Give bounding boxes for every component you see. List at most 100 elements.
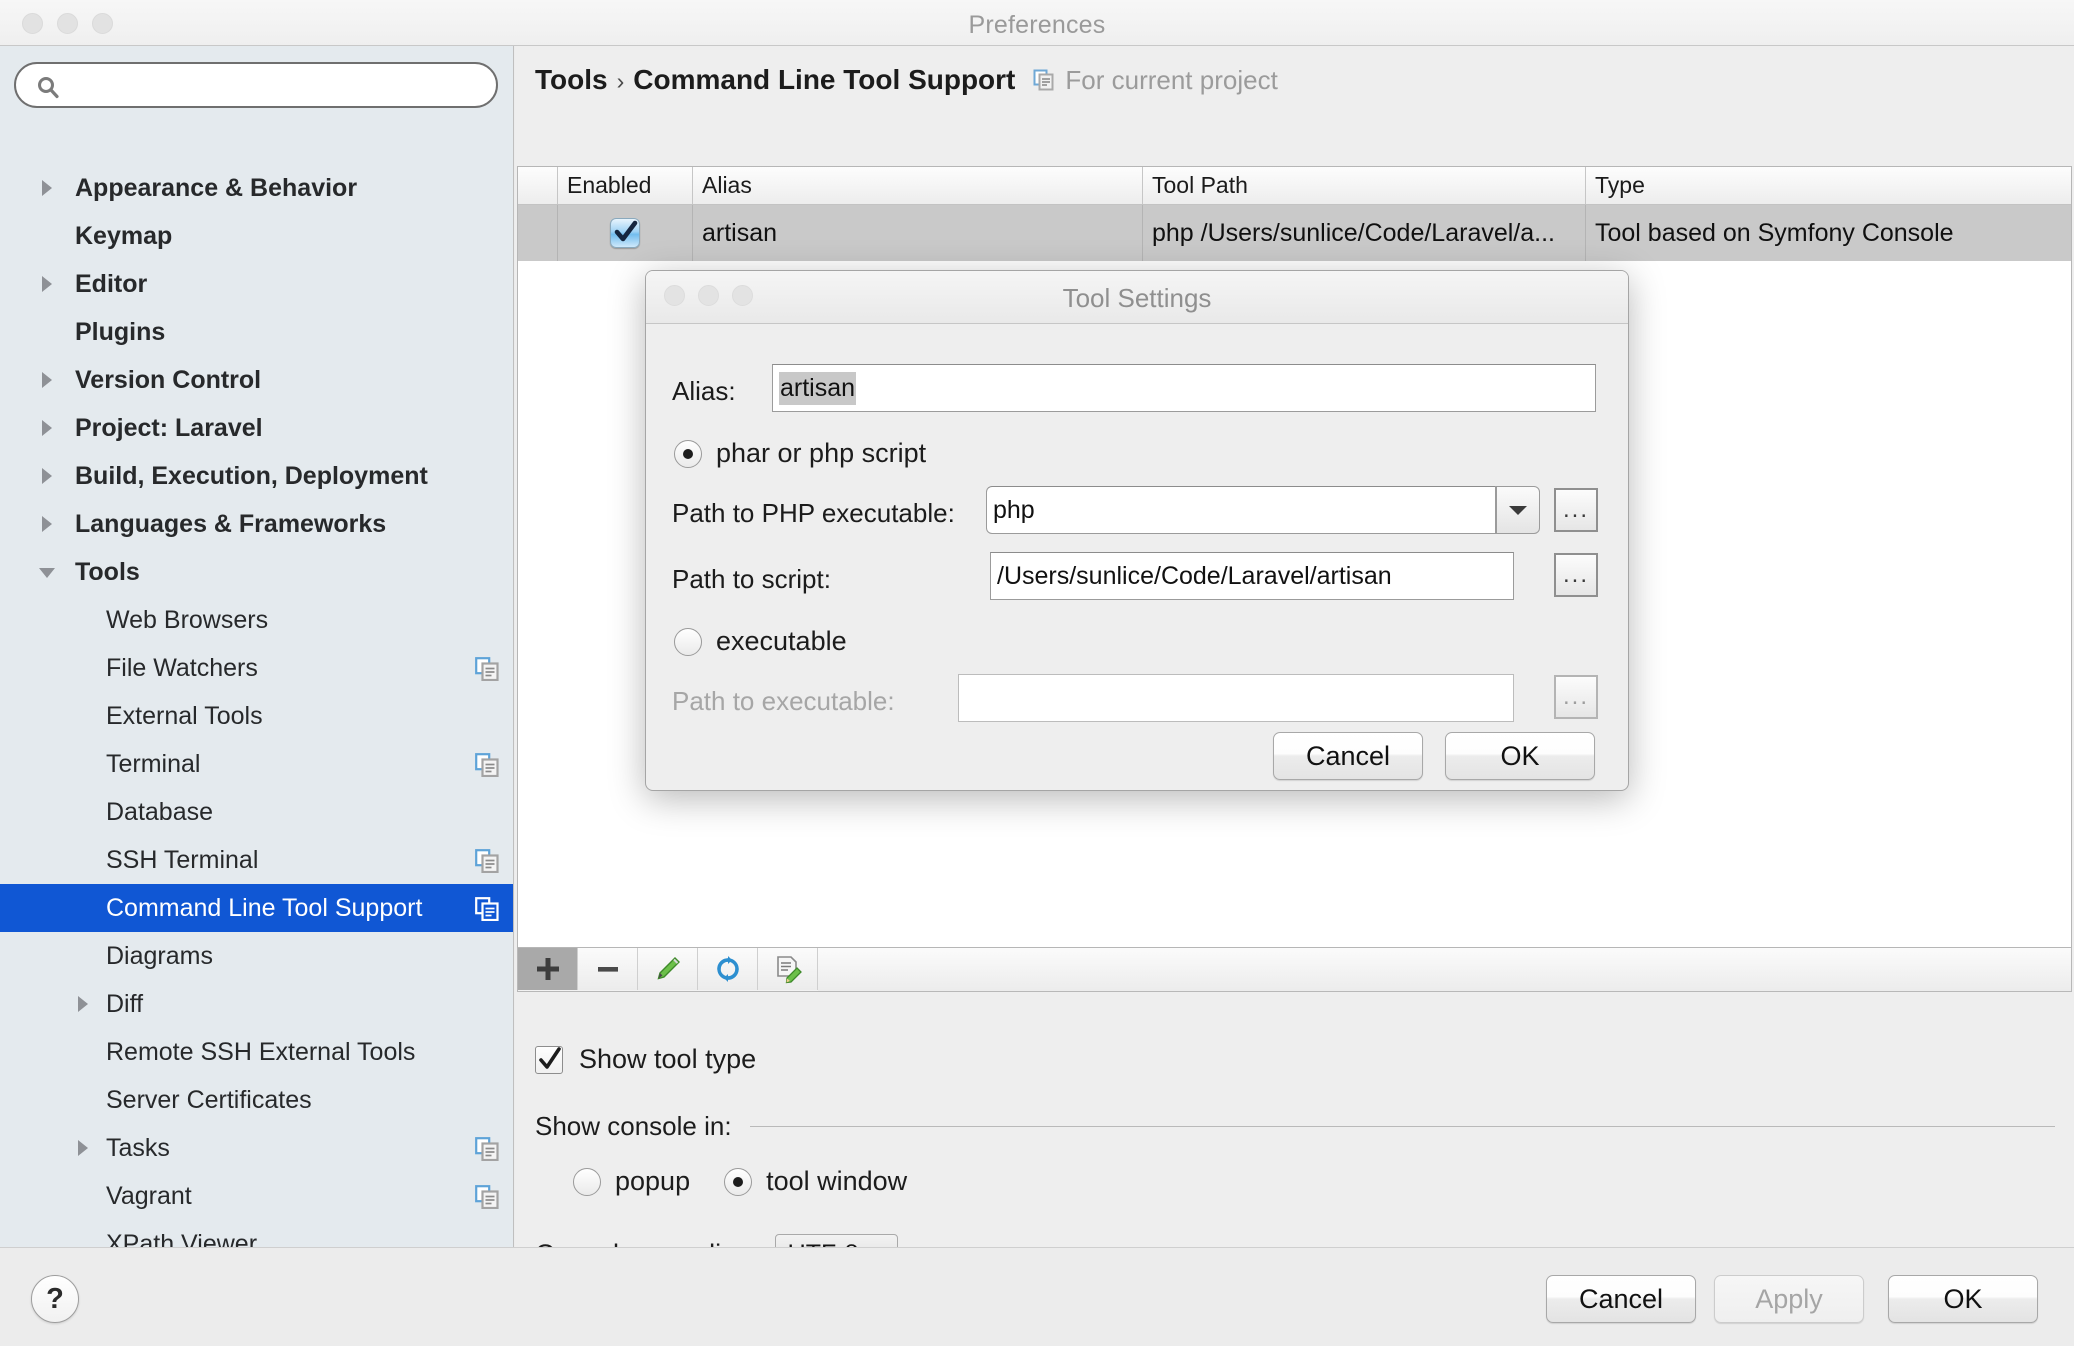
column-header-gutter [518,167,558,204]
sidebar-item-project-laravel[interactable]: Project: Laravel [0,404,513,452]
sidebar-item-file-watchers[interactable]: File Watchers [0,644,513,692]
popup-radio[interactable] [573,1167,601,1196]
search-input[interactable] [72,69,482,103]
sidebar-item-build-execution-deployment[interactable]: Build, Execution, Deployment [0,452,513,500]
alias-label: Alias: [672,376,736,406]
sidebar-item-label: Terminal [106,749,201,778]
executable-radio[interactable] [674,627,702,656]
phar-php-script-radio[interactable] [674,439,702,468]
alias-input[interactable]: artisan [772,364,1596,412]
script-path-input[interactable]: /Users/sunlice/Code/Laravel/artisan [990,552,1514,600]
executable-path-label: Path to executable: [672,686,895,716]
sidebar-item-languages-frameworks[interactable]: Languages & Frameworks [0,500,513,548]
script-path-browse-button[interactable]: ... [1554,553,1598,597]
chevron-right-icon[interactable] [72,1137,94,1159]
executable-label: executable [716,626,847,656]
cancel-button[interactable]: Cancel [1546,1275,1696,1323]
apply-button[interactable]: Apply [1714,1275,1864,1323]
sidebar-item-tools[interactable]: Tools [0,548,513,596]
copy-settings-icon[interactable] [475,1137,499,1161]
sidebar-item-label: File Watchers [106,653,258,682]
mode-executable-option[interactable]: executable [674,626,847,657]
php-executable-browse-button[interactable]: ... [1554,488,1598,532]
sidebar-item-appearance-behavior[interactable]: Appearance & Behavior [0,164,513,212]
breadcrumb-current: Command Line Tool Support [633,64,1016,95]
search-box[interactable] [14,62,498,108]
sidebar-item-label: Project: Laravel [75,413,263,442]
show-tool-type-checkbox[interactable] [535,1045,563,1074]
remove-tool-button[interactable] [578,948,638,990]
column-header-type[interactable]: Type [1586,167,2071,204]
sidebar-item-label: Tools [75,557,140,586]
column-header-alias[interactable]: Alias [693,167,1143,204]
chevron-right-icon[interactable] [72,993,94,1015]
sidebar-item-label: Keymap [75,221,173,250]
sidebar-item-keymap[interactable]: Keymap [0,212,513,260]
copy-settings-icon[interactable] [475,1185,499,1209]
dialog-footer: ? Cancel Apply OK [0,1247,2074,1346]
copy-settings-icon[interactable] [475,657,499,681]
dialog-cancel-button[interactable]: Cancel [1273,732,1423,780]
breadcrumb-separator: › [616,68,625,94]
copy-settings-icon[interactable] [475,753,499,777]
column-header-tool-path[interactable]: Tool Path [1143,167,1586,204]
row-alias-cell: artisan [693,205,1143,261]
sidebar-item-editor[interactable]: Editor [0,260,513,308]
mode-script-option[interactable]: phar or php script [674,438,926,469]
sidebar-item-command-line-tool-support[interactable]: Command Line Tool Support [0,884,513,932]
show-tool-type-row[interactable]: Show tool type [535,1044,756,1075]
sidebar-item-terminal[interactable]: Terminal [0,740,513,788]
sidebar-item-label: Command Line Tool Support [106,893,423,922]
help-button[interactable]: ? [31,1275,79,1323]
sidebar-item-tasks[interactable]: Tasks [0,1124,513,1172]
sidebar-item-label: Version Control [75,365,262,394]
tools-table-header: Enabled Alias Tool Path Type [518,167,2071,205]
sidebar-item-vagrant[interactable]: Vagrant [0,1172,513,1220]
radio-option-popup[interactable]: popup [573,1166,690,1197]
sidebar-item-server-certificates[interactable]: Server Certificates [0,1076,513,1124]
add-tool-button[interactable] [518,948,578,990]
chevron-right-icon[interactable] [36,273,58,295]
sidebar-item-diagrams[interactable]: Diagrams [0,932,513,980]
sidebar-item-label: Database [106,797,214,826]
sidebar-item-web-browsers[interactable]: Web Browsers [0,596,513,644]
sidebar-item-remote-ssh-external-tools[interactable]: Remote SSH External Tools [0,1028,513,1076]
table-row[interactable]: artisan php /Users/sunlice/Code/Laravel/… [518,205,2071,261]
sidebar-item-external-tools[interactable]: External Tools [0,692,513,740]
php-executable-dropdown-button[interactable] [1496,486,1540,534]
edit-document-button[interactable] [758,948,818,990]
refresh-tools-button[interactable] [698,948,758,990]
chevron-right-icon[interactable] [36,369,58,391]
sidebar-item-label: External Tools [106,701,263,730]
chevron-right-icon[interactable] [36,417,58,439]
copy-settings-icon[interactable] [475,849,499,873]
row-enabled-cell[interactable] [558,205,693,261]
sidebar-item-diff[interactable]: Diff [0,980,513,1028]
chevron-right-icon[interactable] [36,465,58,487]
sidebar-item-xpath-viewer[interactable]: XPath Viewer [0,1220,513,1248]
tool-window-radio[interactable] [724,1167,753,1196]
sidebar-item-ssh-terminal[interactable]: SSH Terminal [0,836,513,884]
settings-main-panel: Tools › Command Line Tool Support For cu… [515,46,2074,1274]
dialog-ok-button[interactable]: OK [1445,732,1595,780]
sidebar-item-label: SSH Terminal [106,845,259,874]
toolbar-filler [818,948,2071,991]
column-header-enabled[interactable]: Enabled [558,167,693,204]
ok-button[interactable]: OK [1888,1275,2038,1323]
settings-tree: Appearance & Behavior Keymap Editor Plugins… [0,164,513,1247]
breadcrumb-parent[interactable]: Tools [535,64,608,96]
sidebar-item-version-control[interactable]: Version Control [0,356,513,404]
tool-settings-dialog: Tool Settings Alias: artisan phar or php… [645,270,1629,791]
php-executable-input[interactable]: php [986,486,1496,534]
edit-tool-button[interactable] [638,948,698,990]
radio-option-tool-window[interactable]: tool window [724,1166,907,1197]
chevron-right-icon[interactable] [36,513,58,535]
show-console-in-section: Show console in: [535,1111,2055,1142]
copy-settings-icon[interactable] [475,897,499,921]
chevron-down-icon[interactable] [36,561,58,583]
sidebar-item-label: Tasks [106,1133,170,1162]
chevron-right-icon[interactable] [36,177,58,199]
sidebar-item-plugins[interactable]: Plugins [0,308,513,356]
enabled-checkbox[interactable] [610,218,640,248]
sidebar-item-database[interactable]: Database [0,788,513,836]
